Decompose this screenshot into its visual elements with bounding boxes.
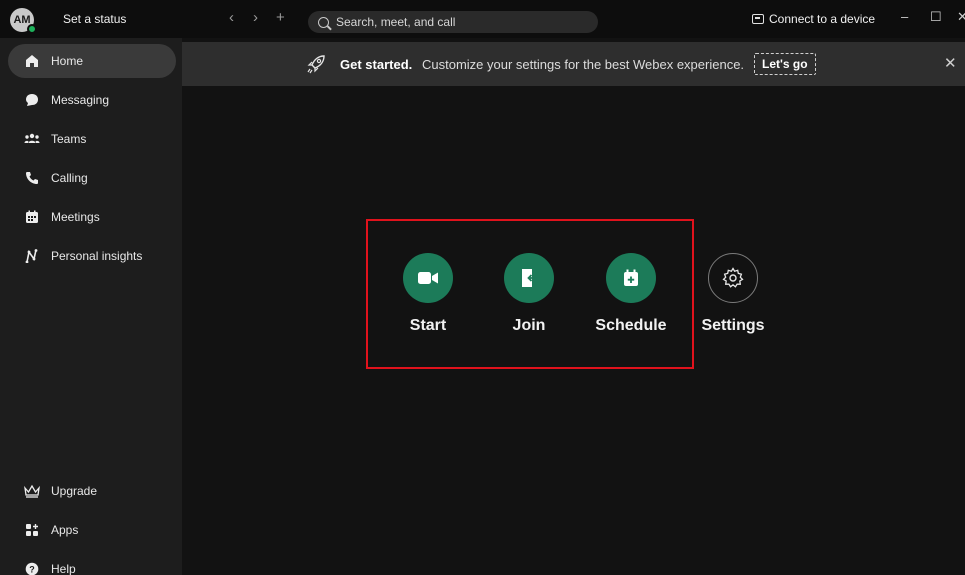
join-label: Join (512, 317, 546, 334)
sidebar: Home Messaging Teams Calling Meetings Pe… (0, 38, 182, 575)
get-started-banner: Get started. Customize your settings for… (182, 42, 965, 86)
join-meeting-button[interactable]: Join (479, 253, 579, 335)
video-camera-icon (403, 253, 453, 303)
sidebar-item-home[interactable]: Home (8, 44, 176, 78)
sidebar-item-apps[interactable]: Apps (8, 513, 176, 547)
banner-text: Customize your settings for the best Web… (422, 57, 745, 72)
forward-button[interactable]: › (253, 9, 258, 27)
sidebar-item-label: Upgrade (51, 484, 98, 498)
schedule-meeting-button[interactable]: Schedule (581, 253, 681, 335)
sidebar-item-label: Teams (51, 132, 87, 146)
presence-indicator (27, 24, 37, 34)
banner-close-button[interactable]: ✕ (944, 54, 957, 72)
sidebar-item-calling[interactable]: Calling (8, 161, 176, 195)
connect-device-button[interactable]: Connect to a device (752, 12, 875, 26)
sidebar-item-messaging[interactable]: Messaging (8, 83, 176, 117)
back-button[interactable]: ‹ (229, 9, 234, 27)
window-close-button[interactable]: ✕ (957, 9, 965, 25)
sidebar-item-label: Personal insights (51, 249, 143, 263)
apps-icon (24, 522, 40, 538)
chat-bubble-icon (24, 92, 40, 108)
connect-device-label: Connect to a device (769, 12, 876, 26)
people-icon (24, 131, 40, 147)
gear-icon (708, 253, 758, 303)
device-icon (752, 14, 764, 24)
sidebar-item-label: Meetings (51, 210, 100, 224)
sidebar-item-help[interactable]: ? Help (8, 552, 176, 575)
calendar-icon (24, 209, 40, 225)
new-button[interactable]: + (276, 9, 285, 27)
insights-icon (24, 248, 40, 264)
home-icon (24, 53, 40, 69)
lets-go-button[interactable]: Let's go (754, 53, 816, 75)
minimize-button[interactable]: – (901, 9, 908, 24)
crown-icon (24, 483, 40, 499)
sidebar-item-teams[interactable]: Teams (8, 122, 176, 156)
sidebar-item-personal-insights[interactable]: Personal insights (8, 239, 176, 273)
maximize-button[interactable]: ☐ (930, 9, 942, 25)
start-meeting-button[interactable]: Start (378, 253, 478, 335)
search-input[interactable]: Search, meet, and call (308, 11, 598, 33)
title-bar: AM Set a status ‹ › + Search, meet, and … (0, 0, 965, 38)
settings-button[interactable]: Settings (683, 253, 783, 335)
settings-label: Settings (701, 317, 765, 334)
banner-title: Get started. (340, 57, 413, 72)
sidebar-item-label: Help (51, 562, 76, 575)
search-placeholder: Search, meet, and call (336, 15, 456, 29)
sidebar-item-label: Calling (51, 171, 88, 185)
sidebar-item-label: Home (51, 54, 84, 68)
sidebar-item-meetings[interactable]: Meetings (8, 200, 176, 234)
set-status-button[interactable]: Set a status (63, 12, 126, 26)
start-label: Start (409, 317, 447, 334)
sidebar-item-upgrade[interactable]: Upgrade (8, 474, 176, 508)
join-meeting-icon (504, 253, 554, 303)
sidebar-item-label: Apps (51, 523, 79, 537)
rocket-icon (306, 54, 326, 79)
calendar-add-icon (606, 253, 656, 303)
search-icon (318, 16, 329, 28)
svg-text:?: ? (29, 565, 35, 575)
phone-icon (24, 170, 40, 186)
sidebar-item-label: Messaging (51, 93, 110, 107)
schedule-label: Schedule (595, 317, 667, 334)
help-icon: ? (24, 561, 40, 575)
